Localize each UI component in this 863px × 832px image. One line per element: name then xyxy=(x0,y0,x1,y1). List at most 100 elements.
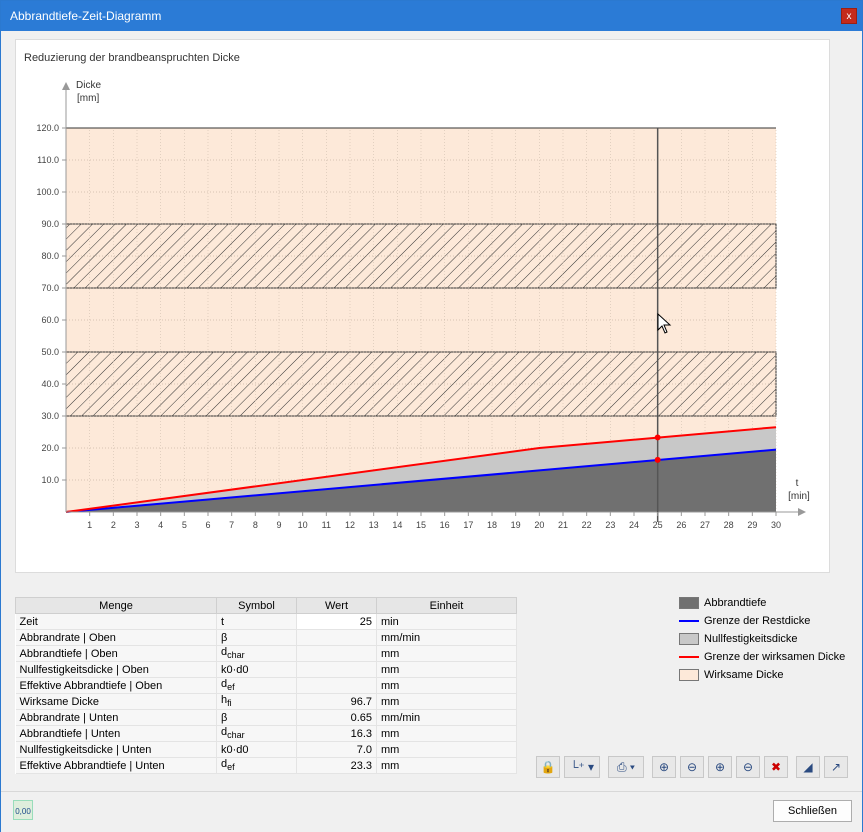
x-tick-label: 17 xyxy=(463,520,473,530)
close-window-button[interactable]: x xyxy=(841,8,857,24)
x-tick-label: 26 xyxy=(676,520,686,530)
x-tick-label: 1 xyxy=(87,520,92,530)
cell-wert: 23.3 xyxy=(296,757,377,774)
cell-symbol: def xyxy=(216,677,297,694)
cell-symbol: β xyxy=(216,629,297,646)
table-row: Abbrandtiefe | Unten dchar 16.3 mm xyxy=(15,725,517,742)
x-tick-label: 4 xyxy=(158,520,163,530)
window-title: Abbrandtiefe-Zeit-Diagramm xyxy=(10,9,162,23)
y-tick-label: 100.0 xyxy=(36,187,59,197)
cell-menge: Abbrandtiefe | Unten xyxy=(15,725,217,742)
zoom-reset-icon[interactable]: ✖ xyxy=(764,756,788,778)
cell-wert: 16.3 xyxy=(296,725,377,742)
cell-symbol: k0·d0 xyxy=(216,741,297,758)
cell-wert xyxy=(296,645,377,662)
x-tick-label: 6 xyxy=(205,520,210,530)
chart-axis-icon[interactable]: ↗ xyxy=(824,756,848,778)
cell-symbol: dchar xyxy=(216,645,297,662)
cell-symbol: def xyxy=(216,757,297,774)
x-tick-label: 27 xyxy=(700,520,710,530)
chart-svg: 1 2 3 4 5 6 7 8 9 10 11 12 13 14 15 16 17 18 19 20 21 22 23 24 2… xyxy=(36,80,810,530)
cell-wert[interactable]: 25 xyxy=(296,613,377,630)
x-tick-label: 15 xyxy=(416,520,426,530)
x-tick-label: 14 xyxy=(392,520,402,530)
close-button[interactable]: Schließen xyxy=(773,800,852,822)
legend-label: Wirksame Dicke xyxy=(704,669,784,681)
cell-symbol: dchar xyxy=(216,725,297,742)
y-tick-label: 60.0 xyxy=(41,315,59,325)
cell-symbol: β xyxy=(216,709,297,726)
x-tick-label: 10 xyxy=(298,520,308,530)
x-tick-label: 7 xyxy=(229,520,234,530)
cell-symbol: hfi xyxy=(216,693,297,710)
x-tick-label: 11 xyxy=(322,520,331,530)
symbol-subscript: fi xyxy=(227,698,232,709)
col-header-wert: Wert xyxy=(296,597,377,614)
cell-menge: Nullfestigkeitsdicke | Oben xyxy=(15,661,217,678)
x-tick-label: 9 xyxy=(276,520,281,530)
cell-einheit: mm/min xyxy=(376,709,517,726)
x-tick-label: 30 xyxy=(771,520,781,530)
table-row: Effektive Abbrandtiefe | Oben def mm xyxy=(15,677,517,694)
table-row: Nullfestigkeitsdicke | Oben k0·d0 mm xyxy=(15,661,517,678)
cell-menge: Effektive Abbrandtiefe | Oben xyxy=(15,677,217,694)
y-tick-label: 120.0 xyxy=(36,123,59,133)
x-tick-label: 2 xyxy=(111,520,116,530)
legend-swatch xyxy=(679,669,699,681)
cell-symbol: t xyxy=(216,613,297,630)
cell-menge: Effektive Abbrandtiefe | Unten xyxy=(15,757,217,774)
x-tick-label: 29 xyxy=(747,520,757,530)
x-tick-label: 13 xyxy=(369,520,379,530)
cell-einheit: mm xyxy=(376,741,517,758)
cell-wert xyxy=(296,677,377,694)
col-header-einheit: Einheit xyxy=(376,597,517,614)
y-tick-label: 70.0 xyxy=(41,283,59,293)
axis-add-icon[interactable]: └⁺ ▾ xyxy=(564,756,600,778)
symbol-subscript: char xyxy=(227,730,245,741)
cell-wert: 0.65 xyxy=(296,709,377,726)
legend-label: Abbrandtiefe xyxy=(704,597,767,609)
table-row: Effektive Abbrandtiefe | Unten def 23.3 mm xyxy=(15,757,517,774)
x-tick-label: 18 xyxy=(487,520,497,530)
chart-view-icon[interactable]: ◢ xyxy=(796,756,820,778)
table-row: Abbrandrate | Unten β 0.65 mm/min xyxy=(15,709,517,726)
x-tick-label: 21 xyxy=(558,520,568,530)
symbol-subscript: char xyxy=(227,650,245,661)
x-axis-arrow xyxy=(798,508,806,516)
y-tick-label: 50.0 xyxy=(41,347,59,357)
x-tick-label: 20 xyxy=(534,520,544,530)
table-header-row: Menge Symbol Wert Einheit xyxy=(15,597,517,614)
cell-einheit: mm xyxy=(376,725,517,742)
cell-menge: Abbrandtiefe | Oben xyxy=(15,645,217,662)
cell-einheit: mm xyxy=(376,693,517,710)
table-row: Abbrandtiefe | Oben dchar mm xyxy=(15,645,517,662)
cell-einheit: mm xyxy=(376,677,517,694)
legend-swatch xyxy=(679,597,699,609)
zoom-out-y-icon[interactable]: ⊖ xyxy=(736,756,760,778)
legend-swatch xyxy=(679,620,699,622)
y-tick-label: 30.0 xyxy=(41,411,59,421)
zoom-in-x-icon[interactable]: ⊕ xyxy=(652,756,676,778)
legend-label: Nullfestigkeitsdicke xyxy=(704,633,798,645)
y-axis-label: Dicke xyxy=(76,80,101,91)
x-tick-label: 28 xyxy=(724,520,734,530)
zoom-out-x-icon[interactable]: ⊖ xyxy=(680,756,704,778)
table-row: Zeit t 25 min xyxy=(15,613,517,630)
title-bar: Abbrandtiefe-Zeit-Diagramm x xyxy=(1,1,862,31)
zoom-in-y-icon[interactable]: ⊕ xyxy=(708,756,732,778)
print-icon[interactable]: ⎙ ▾ xyxy=(608,756,644,778)
calculator-icon[interactable]: 0,00 xyxy=(13,800,33,820)
legend-swatch xyxy=(679,633,699,645)
cell-wert xyxy=(296,629,377,646)
lock-icon[interactable]: 🔒 xyxy=(536,756,560,778)
symbol-subscript: ef xyxy=(227,682,235,693)
x-tick-label: 3 xyxy=(134,520,139,530)
legend-swatch xyxy=(679,656,699,658)
footer-bar: 0,00 Schließen xyxy=(1,791,862,832)
x-tick-label: 8 xyxy=(253,520,258,530)
table-row: Abbrandrate | Oben β mm/min xyxy=(15,629,517,646)
y-tick-label: 10.0 xyxy=(41,475,59,485)
cell-menge: Abbrandrate | Unten xyxy=(15,709,217,726)
x-axis-unit: [min] xyxy=(788,491,810,502)
x-tick-label: 24 xyxy=(629,520,639,530)
